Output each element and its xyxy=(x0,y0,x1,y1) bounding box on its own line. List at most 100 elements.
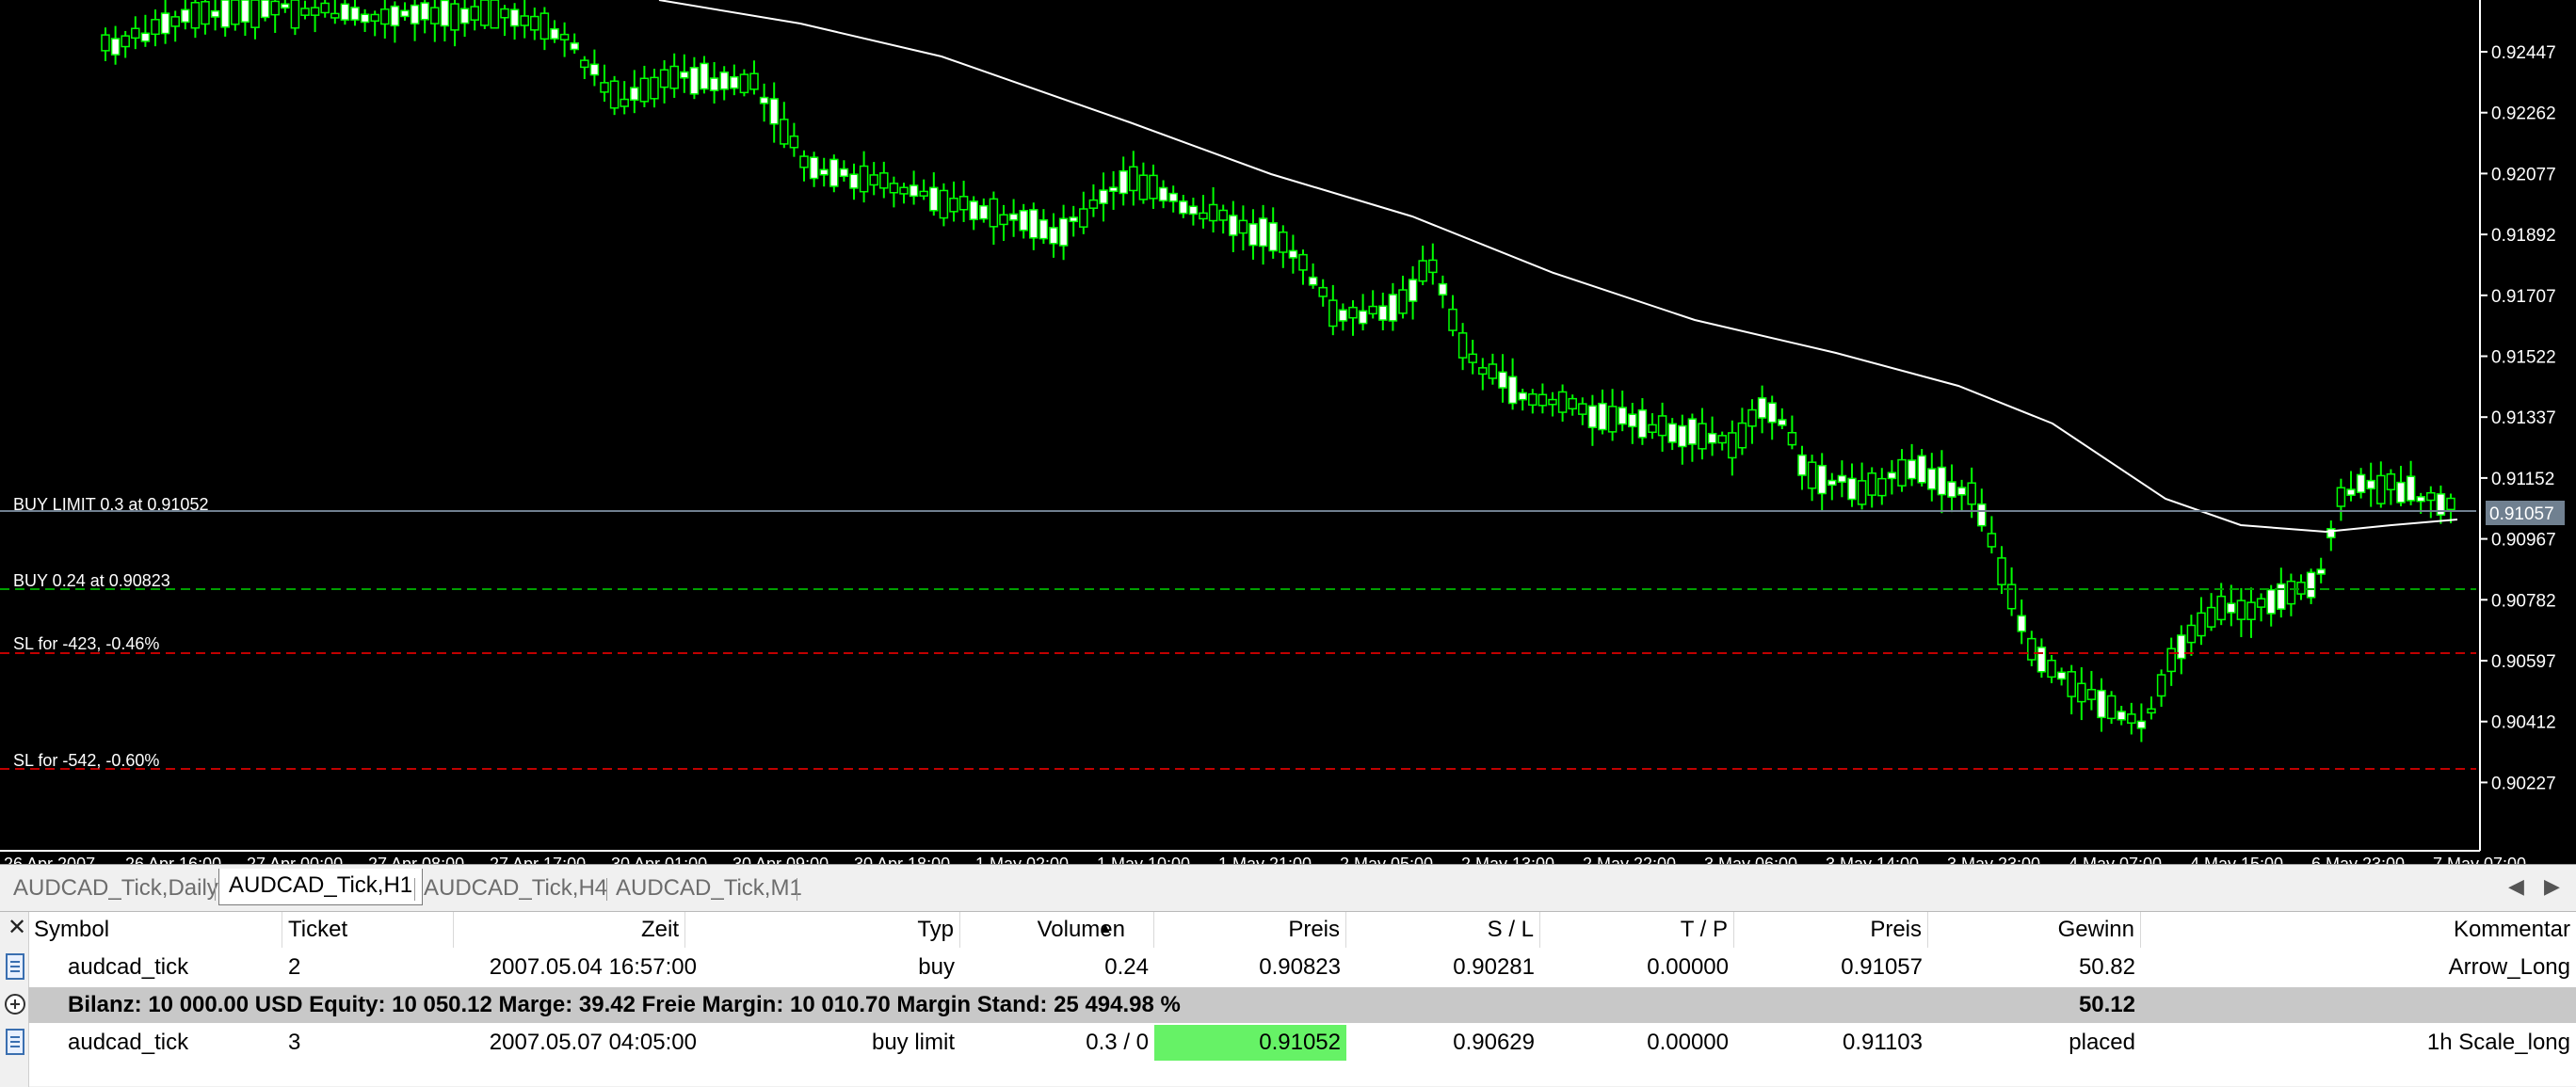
col-price[interactable]: Preis xyxy=(1154,912,1346,948)
candle-body xyxy=(958,196,969,211)
col-symbol[interactable]: Symbol xyxy=(28,912,282,948)
candle-body xyxy=(1977,503,1987,527)
candle-body xyxy=(190,2,201,29)
time-tick-label: 3 May 23:00 xyxy=(1947,855,2040,864)
candle-body xyxy=(789,135,799,149)
time-tick-label: 3 May 14:00 xyxy=(1826,855,1919,864)
candle-body xyxy=(240,0,250,24)
candle-body xyxy=(689,67,700,95)
tab-audcad-daily[interactable]: AUDCAD_Tick,Daily xyxy=(4,871,228,905)
candle-body xyxy=(1129,166,1138,192)
col-time[interactable]: Zeit xyxy=(454,912,685,948)
candle-body xyxy=(1587,405,1598,428)
chart-tabs-bar: AUDCAD_Tick,Daily AUDCAD_Tick,H1 AUDCAD_… xyxy=(0,864,2576,911)
candle-body xyxy=(380,8,390,25)
candle-body xyxy=(1687,418,1698,445)
col-ticket[interactable]: Ticket xyxy=(282,912,454,948)
price-tick-label: 0.90967 xyxy=(2491,531,2556,551)
col-comment[interactable]: Kommentar xyxy=(2141,912,2576,948)
candle-body xyxy=(131,27,140,40)
candle-body xyxy=(1618,407,1627,425)
candle-body xyxy=(979,204,989,220)
candle-body xyxy=(909,184,919,198)
price-tick-label: 0.91522 xyxy=(2491,348,2556,368)
tab-audcad-m1[interactable]: AUDCAD_Tick,M1 xyxy=(606,871,812,905)
close-icon[interactable]: ✕ xyxy=(8,914,26,941)
candle-body xyxy=(1188,205,1199,216)
candle-body xyxy=(1388,294,1398,322)
col-profit[interactable]: Gewinn xyxy=(1928,912,2141,948)
candle-body xyxy=(1368,305,1377,315)
candle-body xyxy=(1008,213,1019,221)
candle-body xyxy=(730,75,739,89)
candle-body xyxy=(2256,598,2266,608)
candle-body xyxy=(1058,217,1069,247)
candle-body xyxy=(969,200,978,220)
candle-body xyxy=(739,73,749,94)
candle-body xyxy=(1987,533,1997,548)
candle-body xyxy=(1418,260,1427,282)
candle-body xyxy=(1827,479,1837,487)
current-price-label: 0.91057 xyxy=(2489,504,2554,524)
summary-profit: 50.12 xyxy=(2078,992,2135,1017)
candle-body xyxy=(340,3,350,21)
candle-body xyxy=(1049,227,1058,245)
candle-body xyxy=(1348,306,1358,319)
price-tick-label: 0.90227 xyxy=(2491,774,2556,793)
candle-body xyxy=(1338,309,1348,322)
scroll-left-icon[interactable]: ◀ xyxy=(2508,874,2524,899)
candle-body xyxy=(709,77,719,91)
candle-body xyxy=(2286,580,2296,605)
tab-audcad-h4[interactable]: AUDCAD_Tick,H4 xyxy=(414,871,617,905)
candle-body xyxy=(121,35,130,48)
col-volume[interactable]: Volumen xyxy=(960,912,1154,948)
candle-body xyxy=(300,8,310,16)
candle-body xyxy=(2117,711,2126,721)
col-current-price[interactable]: Preis xyxy=(1734,912,1928,948)
price-tick-label: 0.92077 xyxy=(2491,165,2556,184)
candle-body xyxy=(1778,419,1787,426)
time-tick-label: 1 May 10:00 xyxy=(1097,855,1190,864)
candle-body xyxy=(2006,583,2017,610)
candle-body xyxy=(1897,458,1907,487)
tab-audcad-h1[interactable]: AUDCAD_Tick,H1 xyxy=(218,869,424,905)
balance-summary-row: Bilanz: 10 000.00 USD Equity: 10 050.12 … xyxy=(5,987,2576,1023)
candle-body xyxy=(370,13,379,23)
candle-body xyxy=(2406,475,2416,502)
price-tick-label: 0.91892 xyxy=(2491,226,2556,246)
sl-label-1: SL for -423, -0.46% xyxy=(13,634,159,653)
price-chart[interactable]: BUY LIMIT 0.3 at 0.91052 BUY 0.24 at 0.9… xyxy=(0,0,2576,864)
candle-body xyxy=(490,0,500,29)
buy-label: BUY 0.24 at 0.90823 xyxy=(13,571,170,590)
time-tick-label: 1 May 21:00 xyxy=(1218,855,1312,864)
candle-body xyxy=(1907,459,1917,480)
scroll-right-icon[interactable]: ▶ xyxy=(2544,874,2560,899)
candle-body xyxy=(1179,200,1188,215)
candle-body xyxy=(1956,487,1967,496)
candle-body xyxy=(899,186,909,195)
table-row[interactable]: audcad_tick 2 2007.05.04 16:57:00 buy 0.… xyxy=(6,950,2576,985)
price-tick-label: 0.92447 xyxy=(2491,43,2556,63)
candle-body xyxy=(1877,477,1887,497)
candle-body xyxy=(1548,398,1557,406)
price-tick-label: 0.91152 xyxy=(2491,470,2554,489)
candle-body xyxy=(440,0,450,27)
candle-body xyxy=(620,98,629,107)
candle-body xyxy=(819,168,829,176)
candle-body xyxy=(639,77,650,103)
candle-body xyxy=(799,155,809,168)
col-tp[interactable]: T / P xyxy=(1540,912,1734,948)
candle-body xyxy=(2136,720,2147,729)
candle-body xyxy=(1997,557,2006,585)
candle-body xyxy=(1498,371,1507,389)
col-sl[interactable]: S / L xyxy=(1346,912,1540,948)
candle-body xyxy=(1807,461,1817,489)
candle-body xyxy=(2246,601,2256,620)
col-type[interactable]: Typ xyxy=(685,912,960,948)
candle-body xyxy=(2097,689,2106,719)
candle-body xyxy=(589,63,600,76)
table-row[interactable]: audcad_tick 3 2007.05.07 04:05:00 buy li… xyxy=(6,1025,2576,1061)
candle-body xyxy=(1857,480,1867,505)
expand-plus-icon[interactable] xyxy=(4,993,26,1015)
candle-body xyxy=(1069,216,1078,223)
